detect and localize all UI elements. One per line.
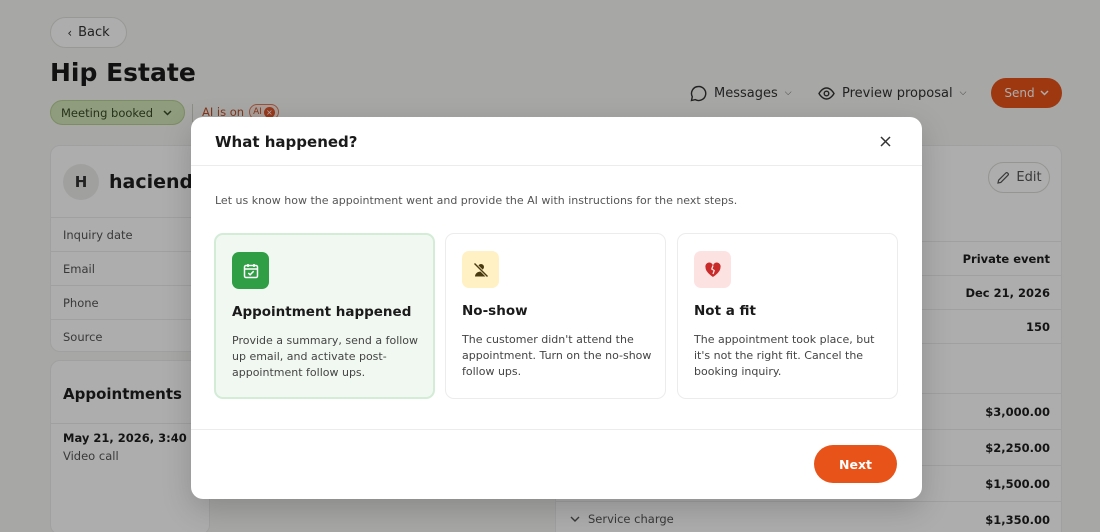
option-icon-box: [462, 251, 499, 288]
option-description: Provide a summary, send a follow up emai…: [232, 334, 419, 379]
option-not-a-fit[interactable]: Not a fit The appointment took place, bu…: [677, 233, 898, 399]
dialog-footer-divider: [191, 429, 922, 430]
option-icon-box: [694, 251, 731, 288]
dialog-header-divider: [191, 165, 922, 166]
person-off-icon: [472, 261, 489, 278]
broken-heart-icon: [704, 262, 721, 277]
option-appointment-happened[interactable]: Appointment happened Provide a summary, …: [214, 233, 435, 399]
next-button[interactable]: Next: [814, 445, 897, 483]
option-no-show[interactable]: No-show The customer didn't attend the a…: [445, 233, 666, 399]
dialog-title: What happened?: [215, 133, 358, 151]
option-title: No-show: [462, 303, 528, 319]
what-happened-dialog: What happened? Let us know how the appoi…: [191, 117, 922, 499]
option-description: The appointment took place, but it's not…: [694, 333, 875, 378]
calendar-check-icon: [243, 263, 258, 278]
close-icon: [879, 135, 891, 147]
close-button[interactable]: [875, 131, 895, 151]
option-title: Appointment happened: [232, 304, 412, 320]
option-icon-box: [232, 252, 269, 289]
option-description: The customer didn't attend the appointme…: [462, 333, 652, 378]
option-title: Not a fit: [694, 303, 756, 319]
dialog-description: Let us know how the appointment went and…: [215, 194, 738, 207]
